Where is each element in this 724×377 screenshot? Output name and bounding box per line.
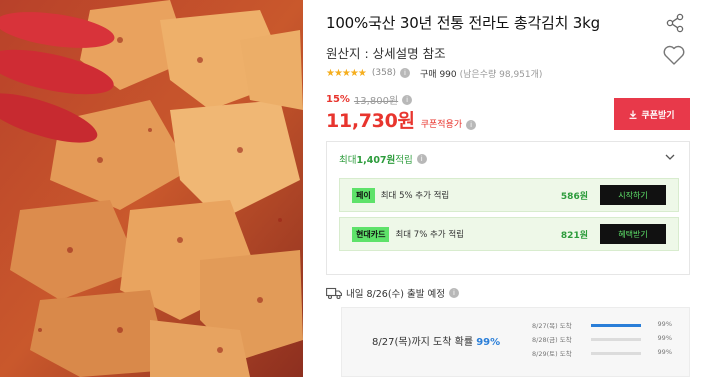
benefit-badge: 페이 [352, 187, 375, 203]
distribution-date: 8/27(목) 도착 [532, 322, 572, 330]
shipping-info: 내일 8/26(수) 출발 예정 i [326, 286, 459, 300]
benefit-amount: 586원 [560, 191, 588, 202]
benefit-text: 최대 5% 추가 적립 [380, 191, 450, 201]
download-icon [629, 110, 637, 119]
points-header[interactable]: 최대 1,407원 적립 i [339, 152, 427, 166]
distribution-date: 8/28(금) 도착 [532, 336, 572, 344]
benefit-start-button[interactable]: 시작하기 [600, 185, 666, 205]
delivery-estimate: 8/27(목)까지 도착 확률 99% 8/27(목) 도착 99% 8/28(금)… [341, 307, 690, 377]
price-row: 11,730원 쿠폰적용가 i [326, 106, 477, 133]
info-icon[interactable]: i [466, 120, 477, 130]
benefit-text: 최대 7% 추가 적립 [395, 230, 464, 240]
coupon-applied-label: 쿠폰적용가 [420, 120, 463, 130]
coupon-button[interactable]: 쿠폰받기 [614, 98, 690, 130]
benefit-amount: 821원 [560, 230, 588, 241]
discount-rate: 15% [326, 94, 350, 105]
info-icon[interactable]: i [416, 154, 427, 164]
sale-price: 11,730원 [326, 110, 415, 132]
delivery-distribution-row: 8/27(목) 도착 99% [532, 320, 672, 330]
product-image[interactable] [0, 0, 303, 377]
shipping-text: 내일 8/26(수) 출발 예정 [346, 289, 445, 300]
coupon-button-label: 쿠폰받기 [641, 110, 675, 121]
points-section: 최대 1,407원 적립 i 페이 최대 5% 추가 적립 586원 시작하기 … [326, 141, 690, 275]
truck-icon [326, 287, 342, 299]
points-header-suffix: 적립 [395, 155, 413, 166]
benefit-row: 페이 최대 5% 추가 적립 586원 시작하기 [339, 178, 679, 212]
distribution-percent: 99% [657, 320, 672, 328]
distribution-bar [591, 324, 641, 327]
info-icon[interactable]: i [402, 94, 413, 105]
distribution-bar-fill [591, 324, 641, 327]
info-icon[interactable]: i [449, 288, 459, 298]
distribution-bar [591, 352, 641, 355]
product-title: 100%국산 30년 전통 전라도 총각김치 3kg [326, 14, 600, 32]
distribution-date: 8/29(토) 도착 [532, 350, 572, 358]
chevron-down-icon[interactable] [665, 153, 675, 161]
benefit-row: 현대카드 최대 7% 추가 적립 821원 혜택받기 [339, 217, 679, 251]
distribution-percent: 99% [657, 334, 672, 342]
benefit-badge: 현대카드 [352, 226, 390, 242]
rating-row: ★★★★★ (358) i 구매 990 (남은수량 98,951개) [326, 66, 542, 80]
arrival-probability-value: 99% [476, 337, 501, 348]
delivery-distribution-row: 8/29(토) 도착 99% [532, 348, 672, 358]
info-icon[interactable]: i [400, 68, 411, 78]
benefit-get-button[interactable]: 혜택받기 [600, 224, 666, 244]
distribution-bar [591, 338, 641, 341]
share-icon[interactable] [664, 12, 686, 34]
rating-stars[interactable]: ★★★★★ [326, 68, 367, 79]
delivery-distribution-row: 8/28(금) 도착 99% [532, 334, 672, 344]
purchase-count: 구매 990 [420, 69, 457, 80]
original-price: 13,800원 [353, 96, 399, 107]
points-header-amount: 1,407원 [356, 155, 396, 166]
heart-icon[interactable] [662, 44, 686, 66]
arrival-probability: 8/27(목)까지 도착 확률 99% [372, 333, 500, 348]
remaining-stock: (남은수량 98,951개) [459, 69, 543, 80]
distribution-percent: 99% [657, 348, 672, 356]
origin-info: 원산지 : 상세설명 참조 [326, 46, 446, 61]
arrival-probability-text: 8/27(목)까지 도착 확률 [372, 337, 477, 348]
kimchi-photo [0, 0, 303, 377]
review-count[interactable]: (358) [372, 68, 396, 78]
discount-row: 15% 13,800원 i [326, 92, 413, 107]
points-header-prefix: 최대 [339, 155, 357, 166]
